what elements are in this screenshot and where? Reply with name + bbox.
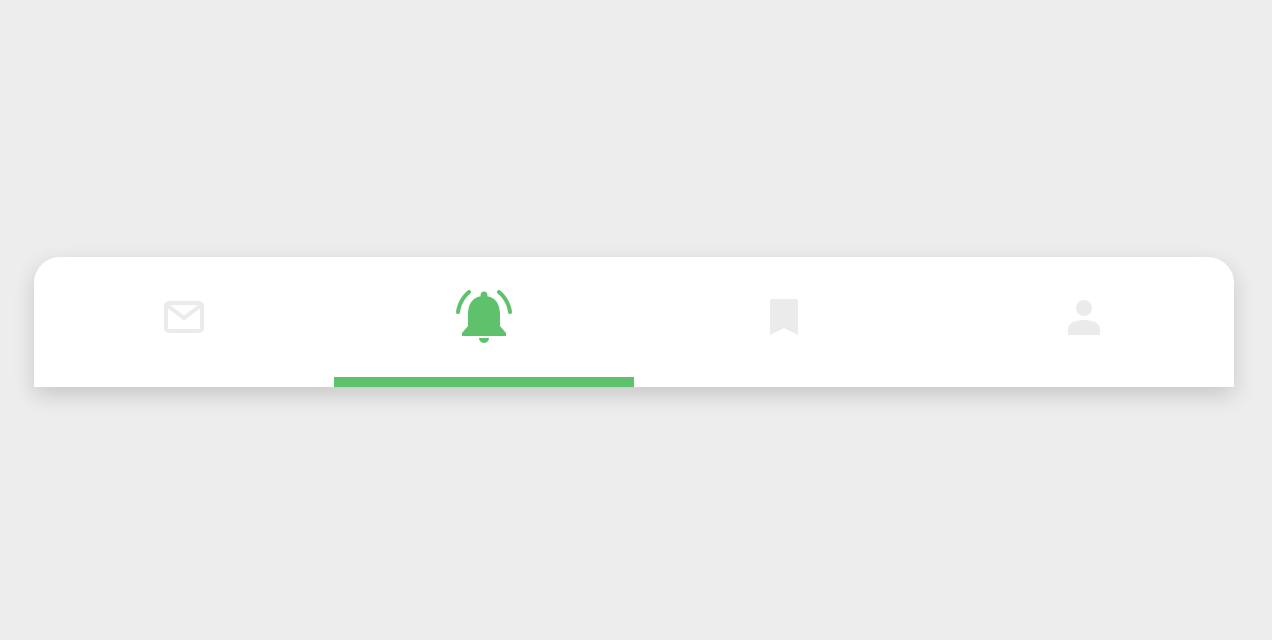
tab-indicator-active — [334, 377, 634, 387]
bookmark-icon — [754, 287, 814, 347]
tab-indicator — [34, 377, 334, 387]
bottom-tab-bar — [34, 257, 1234, 387]
bell-ringing-icon — [454, 287, 514, 347]
person-icon — [1054, 287, 1114, 347]
tab-profile[interactable] — [934, 257, 1234, 387]
tab-notifications[interactable] — [334, 257, 634, 387]
tab-indicator — [934, 377, 1234, 387]
mail-icon — [154, 287, 214, 347]
tab-messages[interactable] — [34, 257, 334, 387]
tab-bookmarks[interactable] — [634, 257, 934, 387]
tab-indicator — [634, 377, 934, 387]
